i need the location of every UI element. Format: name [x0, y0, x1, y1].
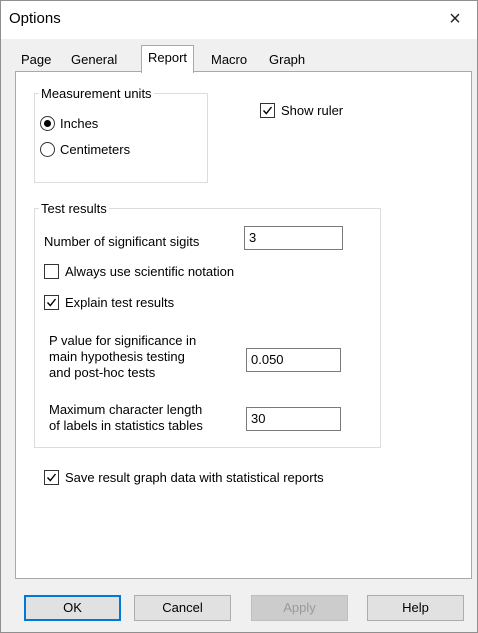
- title-bar: Options ×: [1, 1, 477, 39]
- sig-digits-label: Number of significant sigits: [44, 234, 200, 249]
- tab-report[interactable]: Report: [141, 45, 195, 73]
- explain-results-check-icon[interactable]: [44, 295, 59, 310]
- max-length-label-line1: Maximum character length: [49, 402, 203, 417]
- p-value-label-line3: and post-hoc tests: [49, 365, 156, 380]
- radio-inches-label: Inches: [60, 116, 99, 131]
- scientific-notation-box[interactable]: [44, 264, 59, 279]
- show-ruler-check-icon[interactable]: [260, 103, 275, 118]
- scientific-notation-label: Always use scientific notation: [65, 264, 235, 279]
- tab-strip: Page General Report Macro Graph: [15, 45, 475, 73]
- explain-results-label: Explain test results: [65, 295, 175, 310]
- help-button[interactable]: Help: [367, 595, 464, 621]
- tab-graph[interactable]: Graph: [263, 49, 311, 71]
- tab-general[interactable]: General: [65, 49, 123, 71]
- tab-page[interactable]: Page: [15, 49, 57, 71]
- p-value-label-line1: P value for significance in: [49, 333, 197, 348]
- window-title: Options: [9, 10, 61, 27]
- p-value-input[interactable]: 0.050: [246, 348, 341, 372]
- max-length-label-line2: of labels in statistics tables: [49, 418, 203, 433]
- show-ruler-label: Show ruler: [281, 103, 344, 118]
- report-tab-panel: Measurement units Inches Centimeters Sho…: [15, 71, 472, 579]
- scientific-notation-checkbox[interactable]: Always use scientific notation: [44, 264, 234, 279]
- radio-centimeters-button[interactable]: [40, 142, 55, 157]
- cancel-button[interactable]: Cancel: [134, 595, 231, 621]
- radio-inches-button[interactable]: [40, 116, 55, 131]
- explain-results-checkbox[interactable]: Explain test results: [44, 295, 174, 310]
- save-graph-data-check-icon[interactable]: [44, 470, 59, 485]
- ok-button[interactable]: OK: [24, 595, 121, 621]
- apply-button[interactable]: Apply: [251, 595, 348, 621]
- measurement-units-group: Measurement units Inches Centimeters: [34, 86, 208, 183]
- radio-centimeters-label: Centimeters: [60, 142, 131, 157]
- save-graph-data-label: Save result graph data with statistical …: [65, 470, 324, 485]
- tab-macro[interactable]: Macro: [205, 49, 253, 71]
- measurement-units-label: Measurement units: [39, 86, 154, 101]
- test-results-group: Test results Number of significant sigit…: [34, 201, 381, 448]
- options-dialog: Options × Page General Report Macro Grap…: [0, 0, 478, 633]
- sig-digits-input[interactable]: 3: [244, 226, 343, 250]
- save-graph-data-checkbox[interactable]: Save result graph data with statistical …: [44, 470, 324, 485]
- p-value-label-line2: main hypothesis testing: [49, 349, 185, 364]
- radio-centimeters[interactable]: Centimeters: [40, 142, 130, 157]
- close-icon[interactable]: ×: [443, 7, 467, 31]
- show-ruler-checkbox[interactable]: Show ruler: [260, 103, 343, 118]
- max-length-input[interactable]: 30: [246, 407, 341, 431]
- radio-inches[interactable]: Inches: [40, 116, 98, 131]
- test-results-label: Test results: [39, 201, 109, 216]
